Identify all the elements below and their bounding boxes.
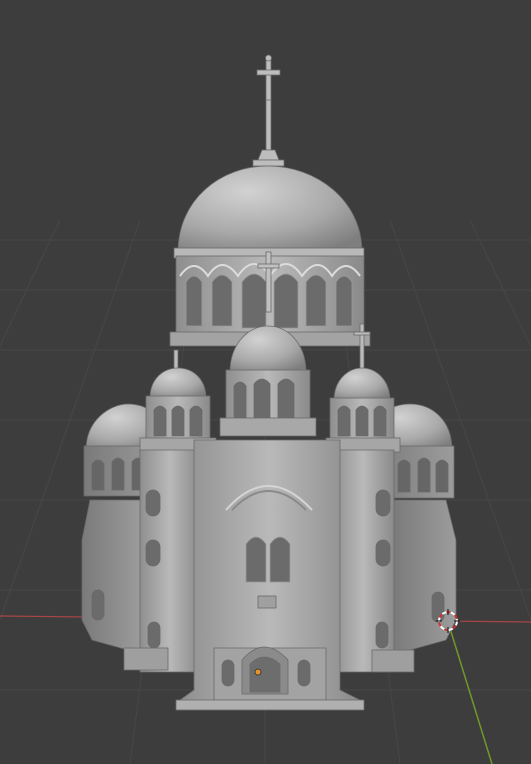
object-origin-dot[interactable] — [254, 668, 262, 676]
3d-viewport[interactable] — [0, 0, 531, 764]
front-window-right — [269, 536, 291, 583]
right-wing — [391, 499, 457, 661]
viewport-canvas — [0, 54, 531, 764]
left-small-tower — [139, 349, 217, 453]
main-dome — [177, 165, 363, 253]
y-axis-line — [447, 621, 493, 764]
left-wing — [81, 499, 143, 661]
front-window-left — [245, 536, 267, 583]
main-cross — [252, 54, 285, 167]
cathedral-3d-model[interactable] — [81, 54, 457, 711]
